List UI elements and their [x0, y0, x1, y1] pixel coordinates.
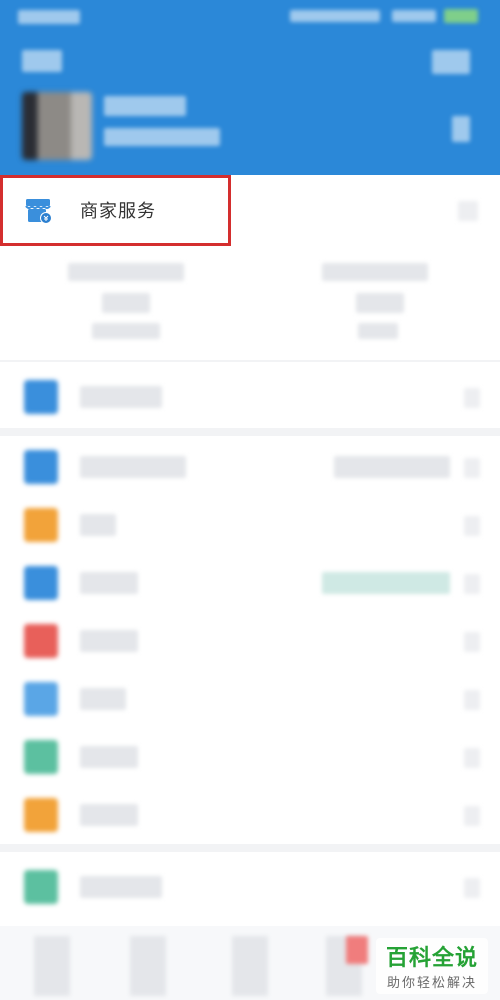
list-item-icon	[24, 508, 58, 542]
menu-group-2	[0, 436, 500, 844]
tab-second[interactable]	[130, 936, 166, 996]
menu-group-3	[0, 852, 500, 926]
list-item-label	[80, 876, 162, 898]
list-item[interactable]	[0, 552, 500, 610]
status-bar	[0, 0, 500, 34]
user-subtitle	[104, 128, 220, 146]
list-item-icon	[24, 566, 58, 600]
highlight-box	[0, 175, 231, 246]
watermark-logo: 百科全说 助你轻松解决	[376, 938, 488, 994]
list-item[interactable]	[0, 366, 500, 424]
list-item-icon	[24, 740, 58, 774]
list-item[interactable]	[0, 610, 500, 668]
list-item-icon	[24, 624, 58, 658]
chevron-right-icon	[464, 516, 480, 536]
list-item-icon	[24, 682, 58, 716]
list-item[interactable]	[0, 856, 500, 914]
avatar[interactable]	[22, 92, 92, 160]
stat-right-unit	[358, 323, 398, 339]
tab-badge	[346, 936, 368, 964]
list-item-icon	[24, 870, 58, 904]
tab-third[interactable]	[232, 936, 268, 996]
list-item-label	[80, 386, 162, 408]
list-item-icon	[24, 450, 58, 484]
status-signal-icon	[392, 10, 436, 22]
chevron-right-icon[interactable]	[452, 116, 470, 142]
list-item[interactable]	[0, 494, 500, 552]
chevron-right-icon	[464, 574, 480, 594]
stat-right[interactable]	[322, 263, 462, 353]
chevron-right-icon	[464, 632, 480, 652]
stat-left[interactable]	[68, 263, 208, 353]
stat-left-value	[102, 293, 150, 313]
list-item[interactable]	[0, 668, 500, 726]
stat-right-value	[356, 293, 404, 313]
chevron-right-icon	[464, 748, 480, 768]
list-item-label	[80, 572, 138, 594]
battery-icon	[444, 9, 478, 23]
watermark-title: 百科全说	[385, 946, 478, 971]
list-item-value	[322, 572, 450, 594]
status-time	[18, 10, 80, 24]
list-item-label	[80, 630, 138, 652]
stat-right-title	[322, 263, 428, 281]
watermark-subtitle: 助你轻松解决	[386, 976, 477, 991]
stat-left-unit	[92, 323, 160, 339]
user-name	[104, 96, 186, 116]
tab-home[interactable]	[34, 936, 70, 996]
menu-group-1	[0, 362, 500, 428]
list-item[interactable]	[0, 436, 500, 494]
list-item[interactable]	[0, 726, 500, 784]
list-item-value	[334, 456, 450, 478]
list-item-icon	[24, 798, 58, 832]
chevron-right-icon	[464, 878, 480, 898]
list-item-icon	[24, 380, 58, 414]
list-item-label	[80, 456, 186, 478]
list-item-label	[80, 514, 116, 536]
list-item-label	[80, 688, 126, 710]
chevron-right-icon	[464, 806, 480, 826]
header-right-button[interactable]	[432, 50, 470, 74]
status-network	[290, 10, 380, 22]
header-left-button[interactable]	[22, 50, 62, 72]
chevron-right-icon	[458, 201, 478, 221]
list-item[interactable]	[0, 784, 500, 842]
profile-header	[0, 0, 500, 175]
merchant-card: 商家服务	[0, 175, 500, 360]
chevron-right-icon	[464, 690, 480, 710]
list-item-label	[80, 746, 138, 768]
stat-left-title	[68, 263, 184, 281]
chevron-right-icon	[464, 458, 480, 478]
chevron-right-icon	[464, 388, 480, 408]
list-item-label	[80, 804, 138, 826]
